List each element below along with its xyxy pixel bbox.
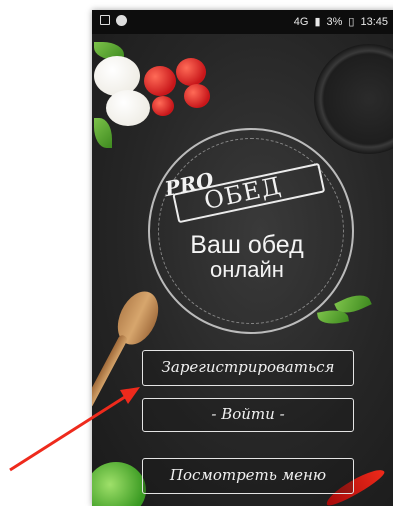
annotation-arrow-icon: [9, 387, 140, 472]
